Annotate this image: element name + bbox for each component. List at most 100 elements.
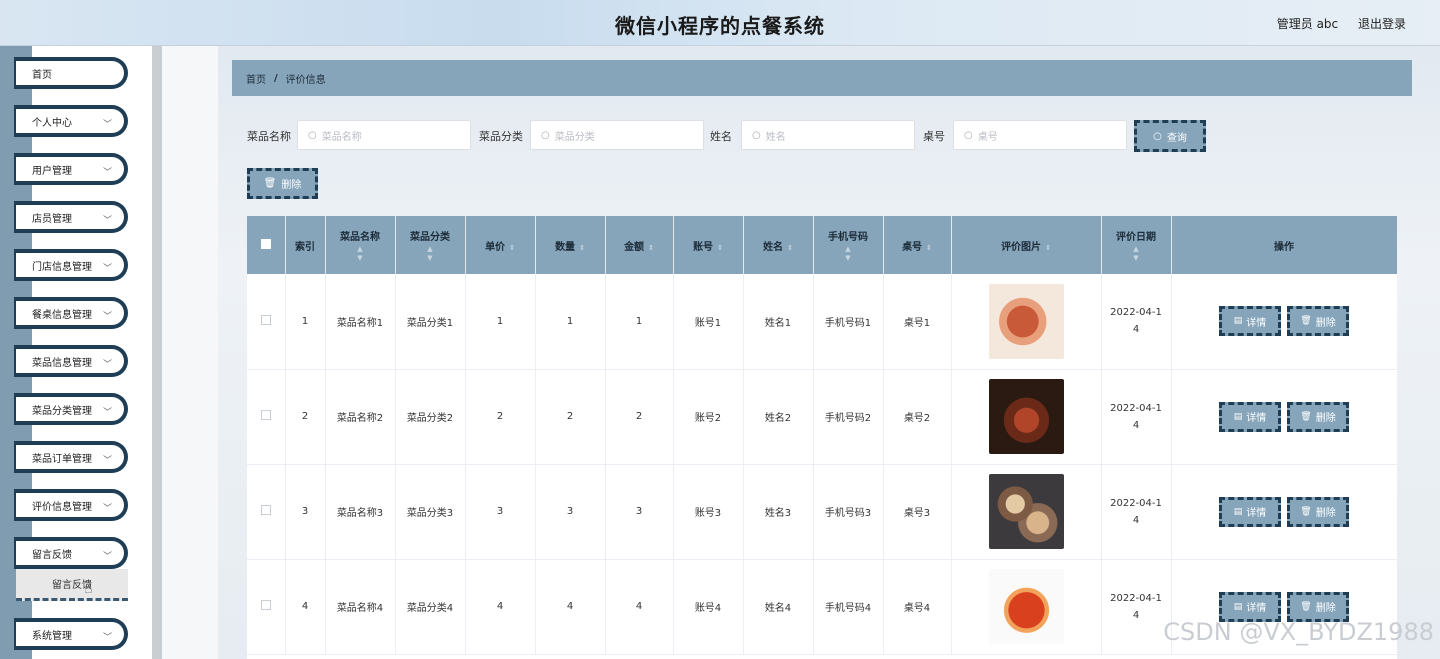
detail-button[interactable]: ▤ 详情 <box>1219 496 1281 527</box>
row-select-cell[interactable] <box>247 369 286 464</box>
review-image[interactable] <box>988 569 1064 644</box>
sort-icon[interactable]: ▲ ▼ <box>400 245 461 263</box>
search-icon: ○ <box>964 129 973 141</box>
header-unit-price[interactable]: 单价 ⇕ <box>465 216 536 274</box>
delete-button[interactable]: 🗑 删除 <box>1287 496 1349 527</box>
header-phone[interactable]: 手机号码 ▲ ▼ <box>813 216 884 274</box>
row-checkbox[interactable] <box>260 505 271 515</box>
bulk-delete-label: 删除 <box>281 180 302 191</box>
cell-unit-price: 1 <box>465 274 536 369</box>
header-dish-category[interactable]: 菜品分类 ▲ ▼ <box>395 216 466 274</box>
review-image[interactable] <box>988 283 1064 359</box>
row-select-cell[interactable] <box>247 559 286 654</box>
header-amount[interactable]: 金额 ⇕ <box>605 216 674 274</box>
table-header-row: 索引 菜品名称 ▲ ▼ 菜品分类 ▲ ▼ 单价 ⇕ 数量 ⇕ 金额 ⇕ 账号 ⇕ 姓名 ⇕ 手机号… <box>247 216 1397 274</box>
row-select-cell[interactable] <box>247 274 286 369</box>
sidebar-item-review-info-management[interactable]: 评价信息管理 ﹀ <box>14 489 128 521</box>
sidebar-item-dish-order-management[interactable]: 菜品订单管理 ﹀ <box>14 441 128 473</box>
cell-unit-price: 2 <box>465 369 536 464</box>
delete-button[interactable]: 🗑 删除 <box>1287 306 1349 337</box>
header-index: 索引 <box>285 216 326 274</box>
document-icon: ▤ <box>1233 316 1243 327</box>
table-row: 2 菜品名称2 菜品分类2 2 2 2 账号2 姓名2 手机号码2 桌号2 2022-04-1 4 ▤ 详… <box>247 369 1397 464</box>
search-icon: ○ <box>752 129 761 141</box>
cell-review-image <box>951 464 1102 559</box>
chevron-down-icon: ﹀ <box>102 633 112 643</box>
select-all-checkbox[interactable] <box>260 238 271 249</box>
sort-icon[interactable]: ⇕ <box>579 244 585 252</box>
review-image[interactable] <box>988 379 1064 454</box>
sidebar-item-label: 餐桌信息管理 <box>32 309 92 321</box>
sort-icon[interactable]: ▲ ▼ <box>818 245 879 263</box>
detail-button[interactable]: ▤ 详情 <box>1219 306 1281 337</box>
header-account[interactable]: 账号 ⇕ <box>673 216 744 274</box>
sidebar-item-store-info-management[interactable]: 门店信息管理 ﹀ <box>14 249 128 281</box>
cell-phone: 手机号码4 <box>813 559 884 654</box>
row-select-cell[interactable] <box>247 464 286 559</box>
sidebar-item-dish-info-management[interactable]: 菜品信息管理 ﹀ <box>14 345 128 377</box>
sidebar-item-staff-management[interactable]: 店员管理 ﹀ <box>14 201 128 233</box>
person-name-input[interactable]: ○ 姓名 <box>741 120 915 150</box>
sidebar-item-label: 留言反馈 <box>32 549 72 561</box>
delete-button[interactable]: 🗑 删除 <box>1287 401 1349 432</box>
cell-phone: 手机号码2 <box>813 369 884 464</box>
cell-quantity: 2 <box>535 369 606 464</box>
sort-icon[interactable]: ⇕ <box>1045 244 1051 252</box>
dish-category-input[interactable]: ○ 菜品分类 <box>530 120 704 150</box>
cell-dish-name: 菜品名称3 <box>325 464 396 559</box>
table-no-input[interactable]: ○ 桌号 <box>953 120 1127 150</box>
query-button-label: 查询 <box>1166 132 1187 144</box>
header-review-date[interactable]: 评价日期 ▲ ▼ <box>1101 216 1172 274</box>
cell-dish-name: 菜品名称4 <box>325 559 396 654</box>
row-checkbox[interactable] <box>260 314 271 325</box>
detail-button[interactable]: ▤ 详情 <box>1219 401 1281 432</box>
cell-review-date: 2022-04-1 4 <box>1101 464 1172 559</box>
header-table-no[interactable]: 桌号 ⇕ <box>883 216 952 274</box>
sort-icon[interactable]: ⇕ <box>717 244 723 252</box>
sort-icon[interactable]: ⇕ <box>787 244 793 252</box>
breadcrumb-current: 评价信息 <box>285 74 326 86</box>
cell-account: 账号4 <box>673 559 744 654</box>
sidebar-item-system-management[interactable]: 系统管理 ﹀ <box>14 618 128 650</box>
sidebar-item-user-management[interactable]: 用户管理 ﹀ <box>14 153 128 185</box>
sort-icon[interactable]: ⇕ <box>648 244 654 252</box>
cell-table-no: 桌号4 <box>883 559 952 654</box>
search-icon: ○ <box>308 129 317 141</box>
header-person-name[interactable]: 姓名 ⇕ <box>743 216 814 274</box>
cell-unit-price: 4 <box>465 559 536 654</box>
header-dish-name[interactable]: 菜品名称 ▲ ▼ <box>325 216 396 274</box>
sidebar-item-dish-category-management[interactable]: 菜品分类管理 ﹀ <box>14 393 128 425</box>
sidebar-item-dining-table-management[interactable]: 餐桌信息管理 ﹀ <box>14 297 128 329</box>
breadcrumb-separator: / <box>274 72 278 84</box>
sidebar-item-message-feedback[interactable]: 留言反馈 ﹀ <box>14 537 128 569</box>
header-select-all[interactable] <box>247 216 286 274</box>
review-image[interactable] <box>988 474 1064 549</box>
row-checkbox[interactable] <box>260 600 271 610</box>
cell-index: 1 <box>285 274 326 369</box>
query-button[interactable]: ○ 查询 <box>1134 120 1206 152</box>
submenu-item-message-feedback[interactable]: 留言反馈 <box>16 569 128 601</box>
sort-icon[interactable]: ⇕ <box>509 244 515 252</box>
cell-index: 4 <box>285 559 326 654</box>
chevron-down-icon: ﹀ <box>102 456 112 466</box>
document-icon: ▤ <box>1233 411 1243 422</box>
header-quantity[interactable]: 数量 ⇕ <box>535 216 606 274</box>
cell-table-no: 桌号2 <box>883 369 952 464</box>
delete-button[interactable]: 🗑 删除 <box>1287 591 1349 622</box>
sort-icon[interactable]: ⇕ <box>926 244 932 252</box>
dish-name-input[interactable]: ○ 菜品名称 <box>297 120 471 150</box>
breadcrumb-home[interactable]: 首页 <box>246 71 266 86</box>
header-review-image[interactable]: 评价图片 ⇕ <box>951 216 1102 274</box>
sort-icon[interactable]: ▲ ▼ <box>330 245 391 263</box>
person-name-placeholder: 姓名 <box>765 131 786 143</box>
cell-actions: ▤ 详情 🗑 删除 <box>1171 274 1397 369</box>
sidebar-item-home[interactable]: 首页 <box>14 57 128 89</box>
row-checkbox[interactable] <box>260 410 271 420</box>
detail-button[interactable]: ▤ 详情 <box>1219 591 1281 622</box>
sidebar-item-label: 菜品信息管理 <box>32 357 92 369</box>
chevron-down-icon: ﹀ <box>102 360 112 370</box>
logout-link[interactable]: 退出登录 <box>1358 17 1406 31</box>
bulk-delete-button[interactable]: 🗑 删除 <box>247 168 318 199</box>
sidebar-item-personal-center[interactable]: 个人中心 ﹀ <box>14 105 128 137</box>
sort-icon[interactable]: ▲ ▼ <box>1106 245 1167 263</box>
